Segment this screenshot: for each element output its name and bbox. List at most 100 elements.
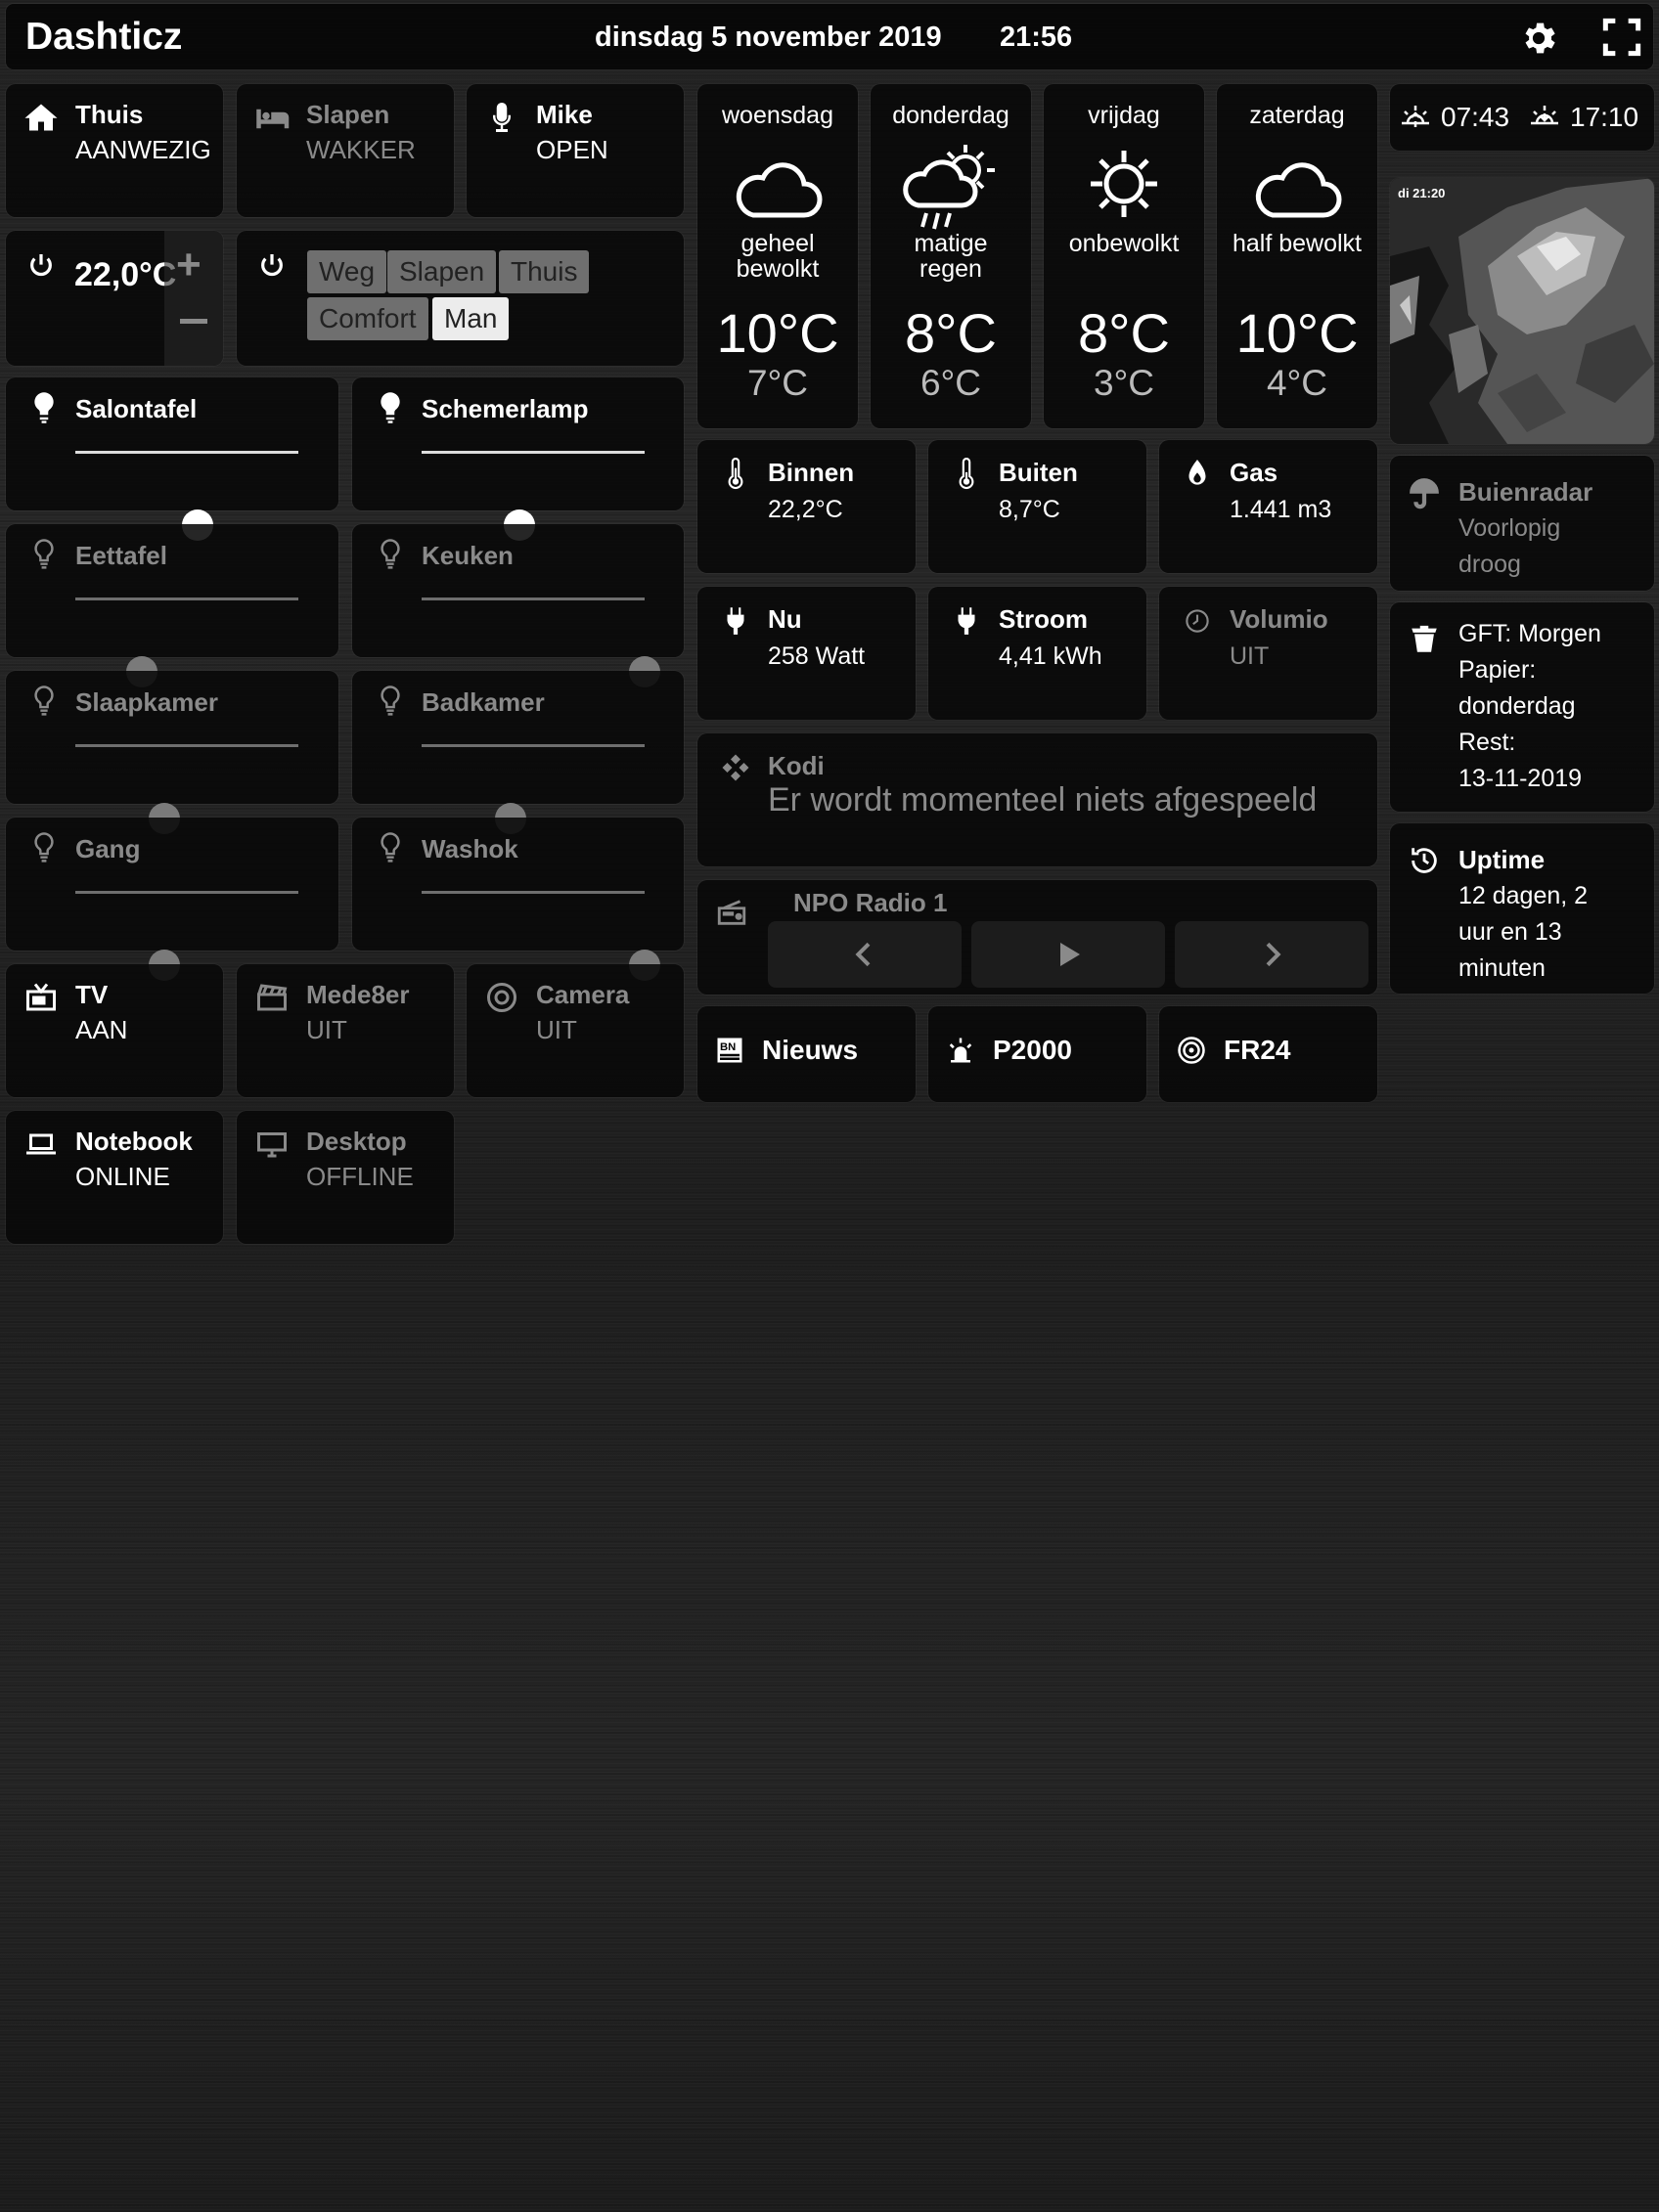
mode-man-button[interactable]: Man (432, 297, 510, 340)
microphone-icon (484, 100, 519, 135)
bed-icon (254, 100, 290, 135)
kodi-status: Er wordt momenteel niets afgespeeld (768, 781, 1318, 818)
switch-desktop[interactable]: Desktop OFFLINE (237, 1111, 454, 1244)
mode-selector: Weg Slapen Thuis Comfort Man (237, 231, 684, 366)
sunset-icon (1531, 106, 1558, 125)
sunrise-icon (1402, 106, 1429, 127)
current-date: dinsdag 5 november 2019 (595, 22, 942, 53)
switch-tv[interactable]: TV AAN (6, 964, 223, 1097)
dimmer-slider[interactable] (75, 597, 298, 687)
thermometer-icon (721, 458, 750, 491)
lightbulb-outline-icon (376, 685, 405, 718)
sunrise-time: 07:43 (1441, 102, 1510, 132)
dimmer-schemerlamp[interactable]: Schemerlamp (352, 377, 684, 541)
camera-icon (484, 980, 519, 1015)
switch-mede8er[interactable]: Mede8er UIT (237, 964, 454, 1097)
app-title: Dashticz (25, 16, 183, 58)
switch-thuis[interactable]: Thuis AANWEZIG (6, 84, 223, 217)
thermometer-icon (952, 458, 981, 491)
power-icon (256, 250, 288, 282)
plug-icon (952, 604, 981, 638)
mode-weg-button[interactable]: Weg (307, 250, 387, 293)
flame-icon (1183, 458, 1212, 491)
kodi-icon (721, 751, 750, 784)
lightbulb-outline-icon (29, 538, 59, 571)
radio-icon (715, 896, 748, 929)
dimmer-salontafel[interactable]: Salontafel (6, 377, 338, 541)
sensor-binnen: Binnen 22,2°C (697, 440, 916, 573)
dimmer-badkamer[interactable]: Badkamer (352, 671, 684, 834)
dimmer-slider[interactable] (422, 891, 660, 981)
dimmer-washok[interactable]: Washok (352, 818, 684, 981)
lightbulb-icon (29, 391, 59, 424)
sensor-volumio[interactable]: Volumio UIT (1159, 587, 1377, 720)
dimmer-slider[interactable] (422, 451, 645, 541)
radio-player: NPO Radio 1 (697, 880, 1377, 995)
sensor-stroom: Stroom 4,41 kWh (928, 587, 1146, 720)
sunset-time: 17:10 (1570, 102, 1639, 132)
mode-thuis-button[interactable]: Thuis (499, 250, 590, 293)
dimmer-gang[interactable]: Gang (6, 818, 338, 981)
thermostat-minus-button[interactable] (180, 319, 207, 324)
switch-slapen[interactable]: Slapen WAKKER (237, 84, 454, 217)
weather-day: zaterdag half bewolkt 10°C 4°C (1217, 84, 1377, 428)
power-icon (25, 250, 57, 282)
gear-icon[interactable] (1518, 18, 1559, 59)
sun-times: 07:43 17:10 (1390, 84, 1654, 151)
cloud-icon (1243, 133, 1351, 241)
mode-comfort-button[interactable]: Comfort (307, 297, 428, 340)
dimmer-slider[interactable] (75, 891, 298, 981)
dimmer-slider[interactable] (422, 597, 660, 687)
clapperboard-icon (254, 980, 290, 1015)
p2000-button[interactable]: P2000 (928, 1006, 1146, 1102)
thermostat-plus-button[interactable]: + (176, 241, 202, 289)
lightbulb-outline-icon (29, 685, 59, 718)
lightbulb-outline-icon (376, 538, 405, 571)
rain-radar-map[interactable]: di 21:20 (1390, 178, 1654, 444)
garbage-schedule: GFT: Morgen Papier: donderdag Rest: 13-1… (1390, 602, 1654, 812)
dimmer-keuken[interactable]: Keuken (352, 524, 684, 687)
radar-timestamp: di 21:20 (1398, 186, 1446, 200)
dimmer-eettafel[interactable]: Eettafel (6, 524, 338, 687)
top-bar: Dashticz dinsdag 5 november 2019 21:56 (6, 4, 1653, 69)
home-icon (23, 100, 59, 135)
dimmer-slider[interactable] (422, 744, 645, 834)
radio-station-title: NPO Radio 1 (793, 888, 948, 917)
radar-icon (1177, 1036, 1206, 1065)
next-button[interactable] (1175, 921, 1368, 988)
umbrella-icon (1408, 475, 1441, 510)
thermostat: 22,0°C + (6, 231, 223, 366)
current-time: 21:56 (1000, 22, 1073, 53)
siren-icon (946, 1036, 975, 1065)
play-button[interactable] (971, 921, 1165, 988)
cloud-icon (724, 133, 831, 241)
sun-icon (1070, 133, 1178, 241)
lightbulb-icon (376, 391, 405, 424)
kodi-player[interactable]: Kodi Er wordt momenteel niets afgespeeld (697, 733, 1377, 866)
mode-slapen-button[interactable]: Slapen (387, 250, 497, 293)
chevron-left-icon (855, 942, 871, 967)
tv-icon (23, 980, 59, 1015)
sensor-buiten: Buiten 8,7°C (928, 440, 1146, 573)
sensor-nu: Nu 258 Watt (697, 587, 916, 720)
lightbulb-outline-icon (29, 831, 59, 864)
switch-camera[interactable]: Camera UIT (467, 964, 684, 1097)
dimmer-slaapkamer[interactable]: Slaapkamer (6, 671, 338, 834)
plug-icon (721, 604, 750, 638)
rain-sun-icon (897, 133, 1005, 241)
desktop-icon (254, 1127, 290, 1162)
dimmer-slider[interactable] (75, 451, 298, 541)
switch-mike[interactable]: Mike OPEN (467, 84, 684, 217)
weather-day: vrijdag onbewolkt 8°C 3°C (1044, 84, 1204, 428)
switch-notebook[interactable]: Notebook ONLINE (6, 1111, 223, 1244)
fr24-button[interactable]: FR24 (1159, 1006, 1377, 1102)
sensor-gas: Gas 1.441 m3 (1159, 440, 1377, 573)
previous-button[interactable] (768, 921, 962, 988)
thermostat-value: 22,0°C (74, 256, 177, 293)
dimmer-slider[interactable] (75, 744, 298, 834)
nieuws-button[interactable]: BN Nieuws (697, 1006, 916, 1102)
buienradar-forecast: Buienradar Voorlopig droog (1390, 456, 1654, 591)
lightbulb-outline-icon (376, 831, 405, 864)
laptop-icon (23, 1127, 59, 1162)
fullscreen-icon[interactable] (1602, 18, 1643, 59)
